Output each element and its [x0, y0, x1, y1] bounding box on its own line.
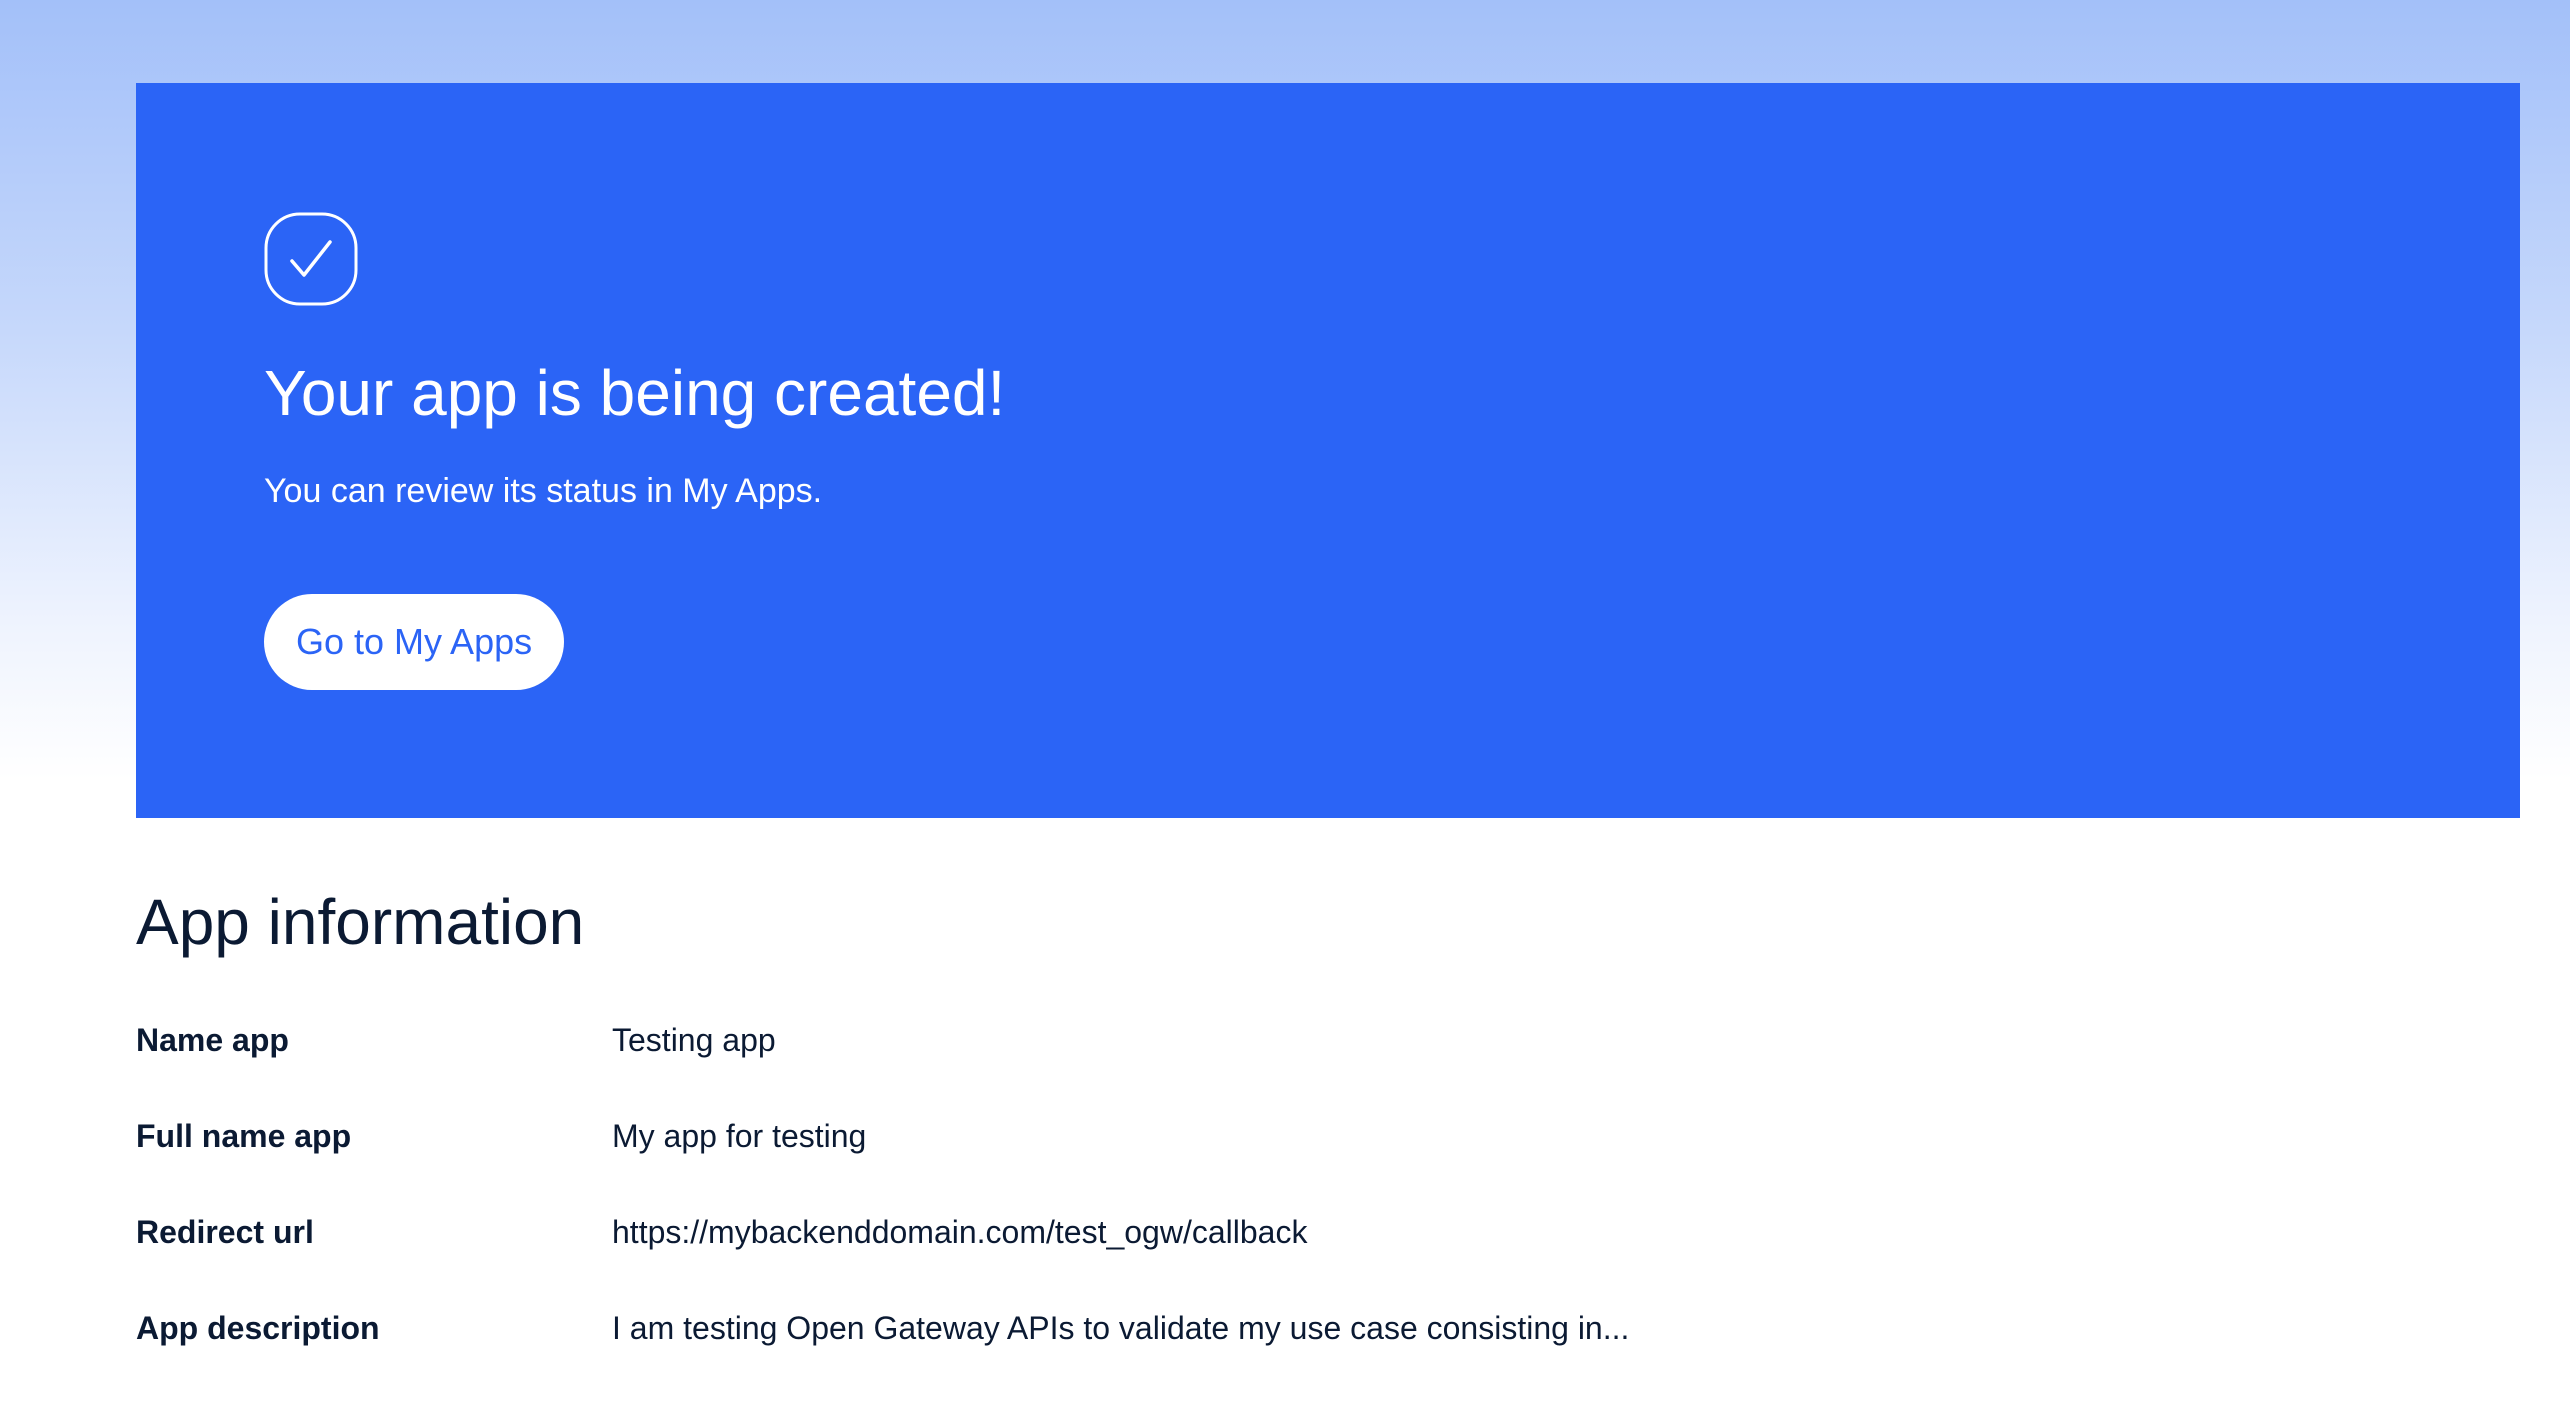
info-label: App description [136, 1309, 380, 1346]
info-value: https://mybackenddomain.com/test_ogw/cal… [612, 1213, 1308, 1250]
info-value: I am testing Open Gateway APIs to valida… [612, 1309, 1630, 1346]
banner-subtitle: You can review its status in My Apps. [264, 472, 823, 510]
info-label: Name app [136, 1021, 289, 1058]
banner-title: Your app is being created! [264, 357, 1006, 429]
info-row-full-name-app: Full name app My app for testing [136, 1088, 2520, 1184]
info-label: Redirect url [136, 1213, 314, 1250]
info-value: My app for testing [612, 1117, 867, 1154]
app-information-title: App information [136, 886, 585, 958]
info-label: Full name app [136, 1117, 352, 1154]
check-badge-icon [264, 212, 358, 306]
info-row-redirect-url: Redirect url https://mybackenddomain.com… [136, 1184, 2520, 1280]
success-banner [136, 83, 2520, 818]
app-information-section: App information Name app Testing app Ful… [136, 880, 2520, 1376]
info-row-app-description: App description I am testing Open Gatewa… [136, 1280, 2520, 1376]
go-to-my-apps-button[interactable]: Go to My Apps [264, 594, 565, 690]
app-information-list: Name app Testing app Full name app My ap… [136, 992, 2520, 1376]
info-row-name-app: Name app Testing app [136, 992, 2520, 1088]
info-value: Testing app [612, 1021, 776, 1058]
